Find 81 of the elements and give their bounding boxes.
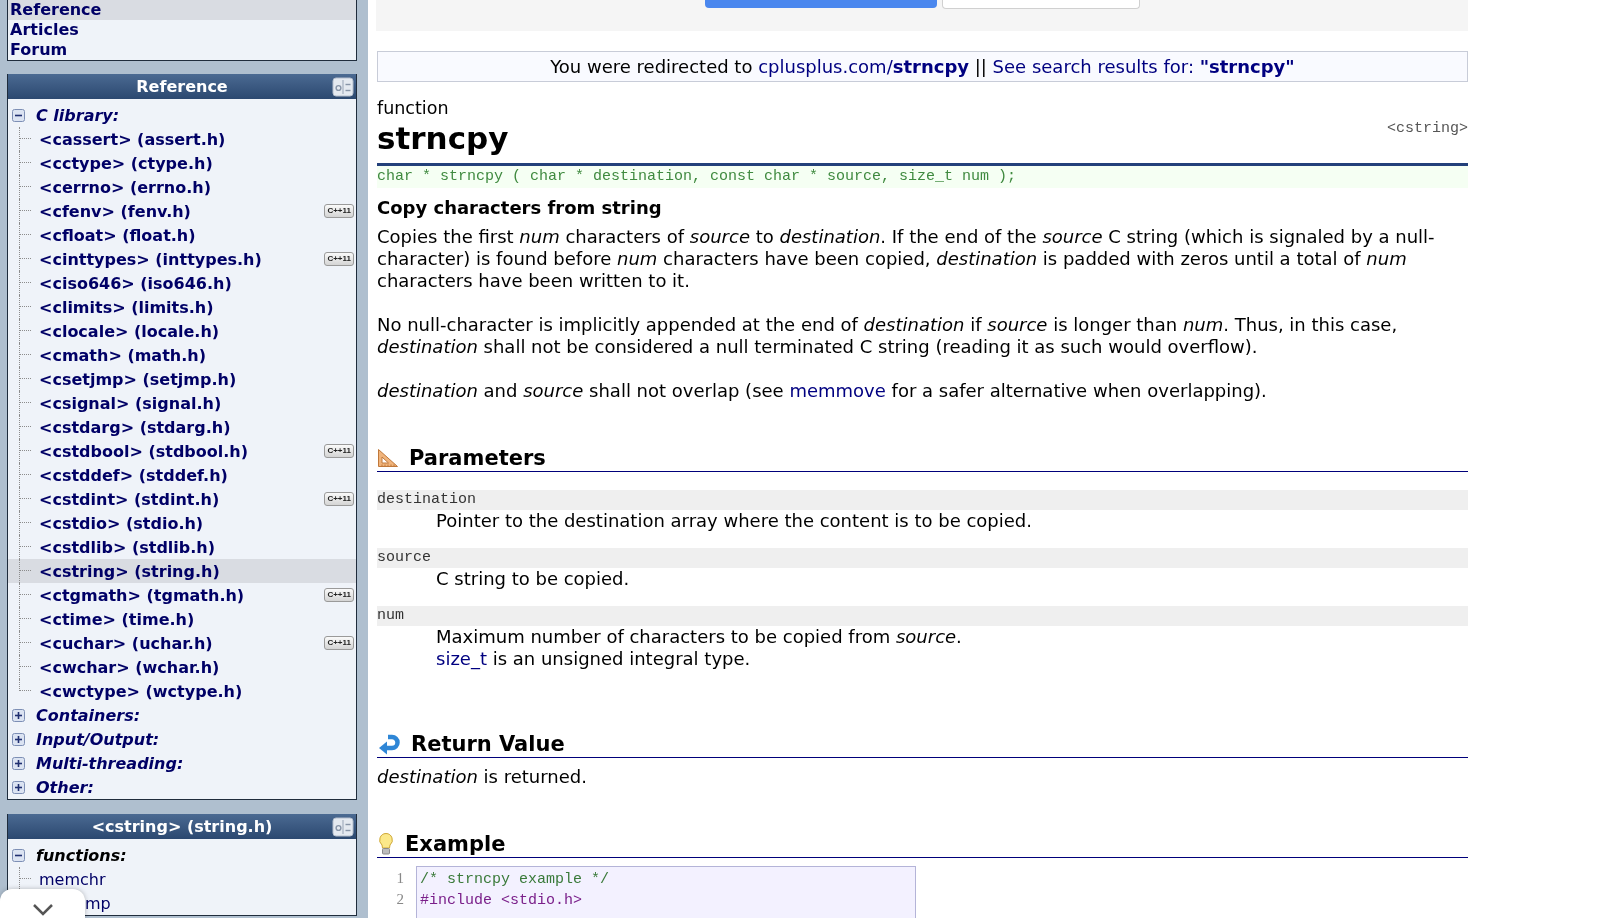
tree-item[interactable]: <cwchar> (wchar.h) — [8, 655, 356, 679]
plus-box-icon[interactable] — [12, 756, 25, 770]
tree-item[interactable]: <cfloat> (float.h) — [8, 223, 356, 247]
plus-box-icon[interactable] — [12, 732, 25, 746]
chevron-down-icon — [31, 903, 54, 916]
version-badge: C++11 — [324, 204, 354, 218]
tree-category[interactable]: Input/Output: — [36, 729, 160, 749]
section-heading: Example — [405, 831, 506, 857]
tree-item[interactable]: <cuchar> (uchar.h) C++11 — [8, 631, 356, 655]
plus-box-icon[interactable] — [12, 780, 25, 794]
tree-item[interactable]: <cfenv> (fenv.h) C++11 — [8, 199, 356, 223]
tree-item[interactable]: mp — [85, 891, 356, 915]
tree-item[interactable]: <cassert> (assert.h) — [8, 127, 356, 151]
nav-link[interactable]: Forum — [8, 40, 356, 60]
parameter-description: C string to be copied. — [435, 568, 631, 590]
tree-item[interactable]: <cctype> (ctype.h) — [8, 151, 356, 175]
minus-box-icon[interactable] — [12, 848, 25, 862]
tree-item[interactable]: <cstdbool> (stdbool.h) C++11 — [8, 439, 356, 463]
panel-title: Reference — [136, 77, 228, 96]
tree-category[interactable]: functions: — [36, 845, 127, 865]
description-paragraph: Copies the first num characters of source to destination. If the end of the source C string (which is signaled by a null-character) is found before num characters have been copied, destination is padded with zeros until a total of num characters have been written to it. — [377, 226, 1436, 292]
nav-link[interactable]: Articles — [8, 20, 356, 40]
text-link[interactable]: memmove — [789, 380, 886, 401]
section-heading: Parameters — [409, 445, 546, 471]
text-link[interactable]: cplusplus.com/strncpy — [758, 56, 970, 77]
function-summary: Copy characters from string — [377, 197, 663, 219]
text-link[interactable]: size_t — [436, 648, 487, 669]
entry-kind-label: function — [377, 98, 450, 118]
panel-title: <cstring> (string.h) — [91, 817, 273, 836]
parameter-name: destination — [377, 490, 1468, 510]
code-line: #include <stdio.h> — [420, 891, 584, 911]
tree-item[interactable]: <csignal> (signal.h) — [8, 391, 356, 415]
tree-category[interactable]: C library: — [36, 105, 120, 125]
tree-category[interactable]: Containers: — [36, 705, 141, 725]
version-badge: C++11 — [324, 636, 354, 650]
tree-item[interactable]: <cstdint> (stdint.h) C++11 — [8, 487, 356, 511]
tree-item[interactable]: <cmath> (math.h) — [8, 343, 356, 367]
sort-icon[interactable] — [332, 816, 354, 837]
tree-item[interactable]: <cstdarg> (stdarg.h) — [8, 415, 356, 439]
description-paragraph: destination and source shall not overlap (see memmove for a safer alternative when overlapping). — [377, 380, 1268, 402]
code-line: /* strncpy example */ — [420, 870, 611, 890]
parameter-name: source — [377, 548, 1468, 568]
tree-category[interactable]: Other: — [36, 777, 94, 797]
tree-item[interactable]: <ciso646> (iso646.h) — [8, 271, 356, 295]
sort-icon[interactable] — [332, 76, 354, 97]
toggle-button[interactable] — [0, 889, 85, 918]
tree-item[interactable]: <cwctype> (wctype.h) — [8, 679, 356, 703]
light-bulb-icon — [377, 832, 395, 856]
minus-box-icon[interactable] — [12, 108, 25, 122]
redirect-notice: You were redirected to cplusplus.com/strncpy || See search results for: "strncpy" — [377, 51, 1468, 82]
line-number: 1 — [395, 869, 404, 888]
tree-item[interactable]: <cinttypes> (inttypes.h) C++11 — [8, 247, 356, 271]
tree-item[interactable]: <ctgmath> (tgmath.h) C++11 — [8, 583, 356, 607]
tree-item[interactable]: <cerrno> (errno.h) — [8, 175, 356, 199]
nav-link[interactable]: Reference — [8, 0, 356, 20]
description-paragraph: No null-character is implicitly appended at the end of destination if source is longer than num. Thus, in this case, destination shall not be considered a null terminated C string (reading it as such would overflow). — [377, 314, 1399, 358]
text-link[interactable]: See search results for: "strncpy" — [992, 56, 1295, 77]
tree-item[interactable]: <cstddef> (stddef.h) — [8, 463, 356, 487]
tree-item[interactable]: <cstring> (string.h) — [8, 559, 356, 583]
return-description: destination is returned. — [377, 766, 588, 788]
version-badge: C++11 — [324, 252, 354, 266]
tree-item[interactable]: <clocale> (locale.h) — [8, 319, 356, 343]
section-heading: Return Value — [411, 731, 565, 757]
parameter-description: Maximum number of characters to be copied from source. — [435, 626, 963, 648]
tree-item[interactable]: <cstdio> (stdio.h) — [8, 511, 356, 535]
plus-box-icon[interactable] — [12, 708, 25, 722]
tree-item[interactable]: <ctime> (time.h) — [8, 607, 356, 631]
parameter-description: size_t is an unsigned integral type. — [435, 648, 752, 670]
version-badge: C++11 — [324, 588, 354, 602]
parameter-name: num — [377, 606, 1468, 626]
header-link[interactable]: <cstring> — [1387, 119, 1468, 137]
return-arrow-icon — [377, 733, 401, 755]
version-badge: C++11 — [324, 492, 354, 506]
line-number: 2 — [395, 890, 404, 909]
function-prototype: char * strncpy ( char * destination, const char * source, size_t num ); — [377, 166, 1468, 188]
tree-item[interactable]: <csetjmp> (setjmp.h) — [8, 367, 356, 391]
function-title: strncpy — [377, 119, 509, 158]
parameter-description: Pointer to the destination array where the content is to be copied. — [435, 510, 1033, 532]
tree-item[interactable]: <climits> (limits.h) — [8, 295, 356, 319]
tree-category[interactable]: Multi-threading: — [36, 753, 184, 773]
version-badge: C++11 — [324, 444, 354, 458]
